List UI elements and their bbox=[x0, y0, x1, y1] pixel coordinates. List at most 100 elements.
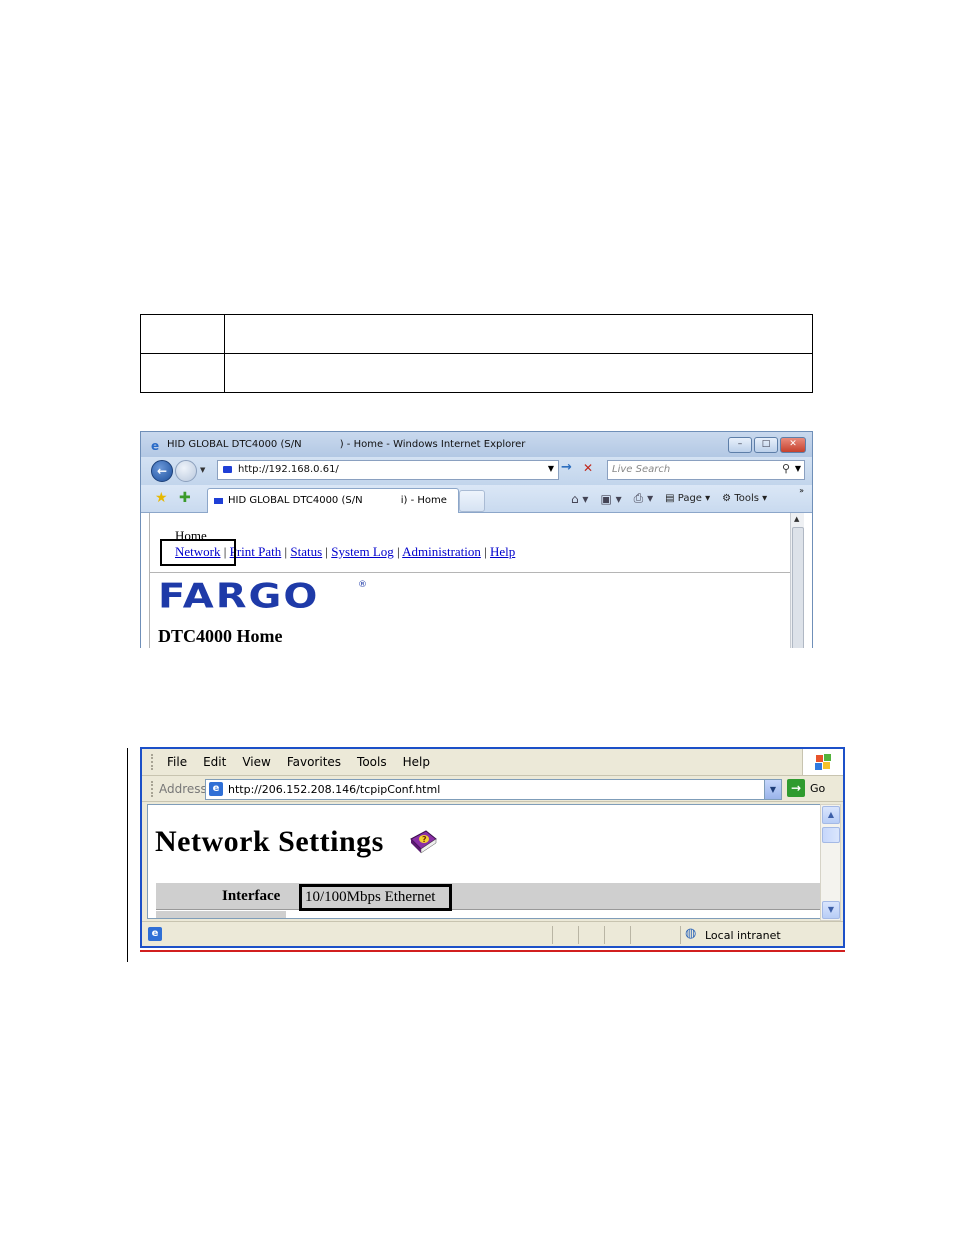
menu-tools[interactable]: Tools bbox=[357, 755, 387, 769]
nav-link-print-path[interactable]: Print Path bbox=[230, 544, 282, 559]
tab-home[interactable]: HID GLOBAL DTC4000 (S/N i) - Home bbox=[207, 488, 459, 513]
help-book-icon[interactable]: ? bbox=[408, 827, 438, 857]
feeds-icon[interactable]: ▣ ▾ bbox=[600, 492, 621, 506]
close-button[interactable]: ✕ bbox=[780, 437, 806, 453]
steps-table bbox=[140, 314, 813, 393]
page-icon bbox=[223, 466, 232, 473]
go-button-label[interactable]: Go bbox=[810, 782, 825, 795]
address-toolbar: Address e http://206.152.208.146/tcpipCo… bbox=[142, 776, 843, 802]
new-tab-button[interactable] bbox=[459, 490, 485, 512]
interface-label: Interface bbox=[222, 888, 281, 904]
security-zone: Local intranet bbox=[705, 929, 781, 942]
command-bar: ⌂ ▾ ▣ ▾ ⎙ ▾ ▤ Page ▾ ⚙ Tools ▾ bbox=[571, 491, 767, 506]
nav-link-administration[interactable]: Administration bbox=[402, 544, 481, 559]
status-separator bbox=[604, 926, 605, 944]
menu-help[interactable]: Help bbox=[403, 755, 430, 769]
chevron-more-icon[interactable]: » bbox=[799, 486, 804, 495]
nav-separator: | bbox=[484, 544, 487, 559]
menu-file[interactable]: File bbox=[167, 755, 187, 769]
search-icon[interactable]: ⚲ bbox=[782, 462, 790, 475]
page-content: Network Settings ? Interface 10/100Mbps … bbox=[147, 804, 822, 919]
page-icon: ▤ bbox=[665, 493, 675, 504]
status-separator bbox=[552, 926, 553, 944]
window-controls: – □ ✕ bbox=[728, 437, 806, 453]
title-bar: e HID GLOBAL DTC4000 (S/N ) - Home - Win… bbox=[141, 432, 812, 457]
favorites-star-icon[interactable]: ★ bbox=[155, 490, 168, 506]
nav-link-status[interactable]: Status bbox=[290, 544, 322, 559]
status-bar: e ◍ Local intranet bbox=[142, 921, 843, 946]
home-icon[interactable]: ⌂ ▾ bbox=[571, 492, 588, 506]
svg-text:?: ? bbox=[422, 835, 427, 844]
minimize-button[interactable]: – bbox=[728, 437, 752, 453]
scroll-thumb[interactable] bbox=[822, 827, 840, 843]
recent-pages-dropdown[interactable]: ▼ bbox=[200, 466, 205, 474]
table-cell bbox=[224, 353, 813, 393]
back-button[interactable]: ← bbox=[151, 460, 173, 482]
page-content: Home Network | Print Path | Status | Sys… bbox=[149, 513, 792, 648]
tools-menu-label: Tools bbox=[734, 493, 759, 504]
divider bbox=[150, 572, 790, 573]
status-separator bbox=[578, 926, 579, 944]
address-bar[interactable]: e http://206.152.208.146/tcpipConf.html … bbox=[205, 779, 782, 800]
page-menu[interactable]: ▤ Page ▾ bbox=[665, 493, 710, 504]
ie-icon: e bbox=[209, 782, 223, 796]
nav-link-help[interactable]: Help bbox=[490, 544, 515, 559]
status-separator bbox=[630, 926, 631, 944]
address-label: Address bbox=[159, 782, 207, 796]
scroll-down-icon[interactable]: ▼ bbox=[822, 901, 840, 919]
address-bar[interactable]: http://192.168.0.61/ ▼ bbox=[217, 460, 559, 480]
refresh-go-icon[interactable]: → bbox=[561, 460, 579, 478]
search-options-dropdown[interactable]: ▼ bbox=[795, 464, 801, 473]
scroll-up-icon[interactable]: ▲ bbox=[822, 806, 840, 824]
ie-icon: e bbox=[151, 439, 160, 453]
search-placeholder: Live Search bbox=[612, 464, 671, 475]
address-url[interactable]: http://206.152.208.146/tcpipConf.html bbox=[228, 783, 440, 796]
table-row bbox=[140, 314, 813, 354]
menu-view[interactable]: View bbox=[242, 755, 270, 769]
tools-menu[interactable]: ⚙ Tools ▾ bbox=[722, 493, 767, 504]
nav-separator: | bbox=[325, 544, 329, 559]
tab-title: HID GLOBAL DTC4000 (S/N i) - Home bbox=[228, 495, 447, 506]
back-icon: ← bbox=[156, 464, 168, 478]
scroll-thumb[interactable] bbox=[792, 527, 804, 648]
maximize-button[interactable]: □ bbox=[754, 437, 778, 453]
interface-row: Interface 10/100Mbps Ethernet bbox=[156, 883, 820, 911]
xp-ie-window-screenshot: File Edit View Favorites Tools Help Addr… bbox=[140, 747, 845, 948]
table-row bbox=[156, 911, 286, 918]
go-arrow-icon[interactable]: → bbox=[787, 779, 805, 797]
menu-edit[interactable]: Edit bbox=[203, 755, 226, 769]
menu-favorites[interactable]: Favorites bbox=[287, 755, 341, 769]
table-cell bbox=[140, 314, 225, 354]
page-icon bbox=[214, 498, 223, 504]
page-title: DTC4000 Home bbox=[158, 626, 283, 646]
search-box[interactable]: Live Search ⚲ ▼ bbox=[607, 460, 805, 480]
toolbar-grip[interactable] bbox=[151, 781, 155, 797]
vertical-scrollbar[interactable]: ▲ ▼ bbox=[820, 804, 841, 921]
windows-logo-icon bbox=[802, 749, 843, 775]
print-icon[interactable]: ⎙ ▾ bbox=[634, 491, 653, 506]
ie7-window-screenshot: e HID GLOBAL DTC4000 (S/N ) - Home - Win… bbox=[140, 431, 813, 648]
window-title: HID GLOBAL DTC4000 (S/N ) - Home - Windo… bbox=[167, 439, 526, 450]
navigation-bar: ← ▼ http://192.168.0.61/ ▼ → ✕ Live Sear… bbox=[141, 457, 812, 485]
scroll-up-icon[interactable]: ▲ bbox=[794, 515, 799, 523]
highlight-box bbox=[160, 539, 236, 566]
menu-items: File Edit View Favorites Tools Help bbox=[167, 755, 430, 769]
address-dropdown[interactable]: ▼ bbox=[764, 780, 781, 799]
forward-button[interactable] bbox=[175, 460, 197, 482]
address-url[interactable]: http://192.168.0.61/ bbox=[238, 464, 339, 475]
tools-gear-icon: ⚙ bbox=[722, 493, 732, 504]
nav-separator: | bbox=[284, 544, 288, 559]
table-row bbox=[140, 353, 813, 393]
add-favorites-icon[interactable]: ✚ bbox=[179, 490, 191, 506]
address-dropdown[interactable]: ▼ bbox=[548, 464, 554, 473]
nav-separator: | bbox=[397, 544, 400, 559]
vertical-scrollbar[interactable]: ▲ bbox=[790, 513, 804, 648]
page-title: Network Settings bbox=[155, 825, 384, 858]
status-separator bbox=[680, 926, 681, 944]
registered-mark: ® bbox=[358, 580, 367, 590]
table-cell bbox=[224, 314, 813, 354]
stop-icon[interactable]: ✕ bbox=[583, 461, 599, 477]
nav-link-system-log[interactable]: System Log bbox=[331, 544, 393, 559]
margin-bar bbox=[127, 748, 128, 962]
toolbar-grip[interactable] bbox=[151, 754, 155, 770]
